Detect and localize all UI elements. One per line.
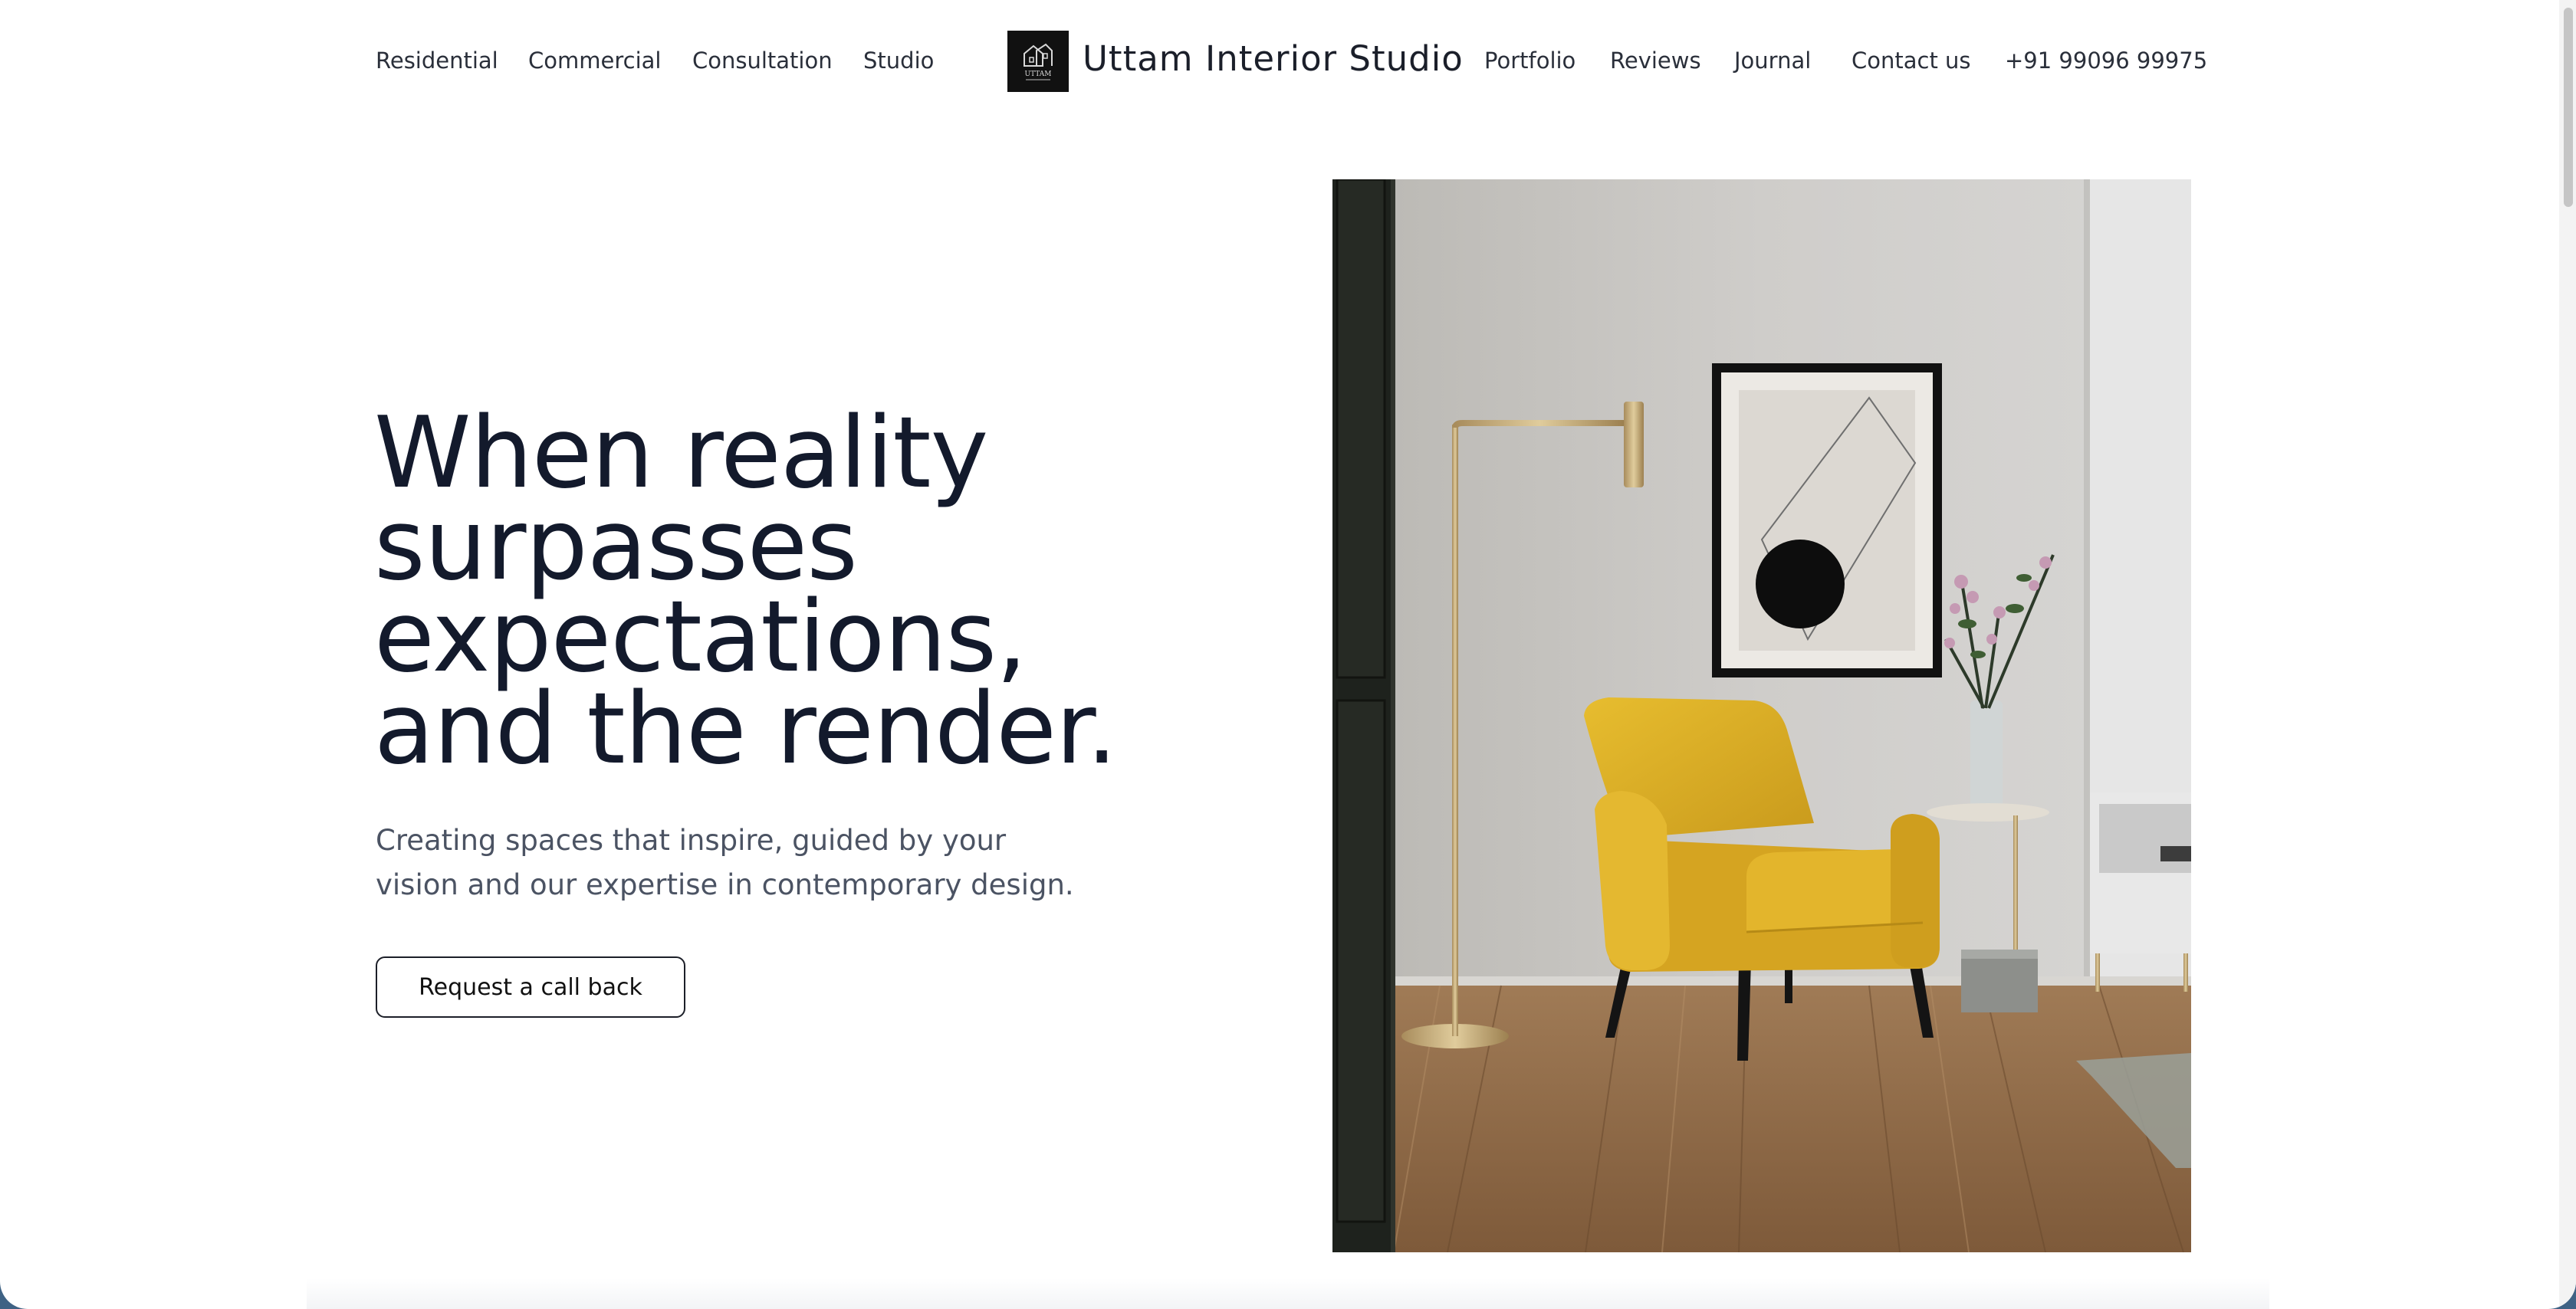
nav-link-reviews[interactable]: Reviews [1610, 48, 1701, 74]
next-section-edge [307, 1278, 2269, 1309]
hero-subtitle: Creating spaces that inspire, guided by … [376, 824, 1074, 901]
wall-art-frame [1712, 363, 1942, 677]
house-outline-icon: UTTAM [1024, 43, 1053, 80]
scrollbar-thumb[interactable] [2564, 8, 2573, 207]
nav-link-phone[interactable]: +91 99096 99975 [2005, 48, 2207, 74]
nav-link-residential[interactable]: Residential [376, 48, 498, 74]
browser-page: Residential Commercial Consultation Stud… [0, 0, 2576, 1309]
nav-link-journal[interactable]: Journal [1734, 48, 1811, 74]
request-call-back-button[interactable]: Request a call back [376, 956, 685, 1018]
brand-logo[interactable]: UTTAM [1007, 31, 1069, 92]
brand-name[interactable]: Uttam Interior Studio [1083, 38, 1464, 79]
nav-link-contact-us[interactable]: Contact us [1852, 48, 1971, 74]
scrollbar[interactable] [2559, 0, 2576, 1309]
nav-link-studio[interactable]: Studio [863, 48, 934, 74]
nav-link-commercial[interactable]: Commercial [528, 48, 661, 74]
logo-wordmark: UTTAM [1025, 71, 1052, 78]
main-navigation: Residential Commercial Consultation Stud… [376, 29, 2207, 94]
nav-link-consultation[interactable]: Consultation [692, 48, 833, 74]
hero-heading: When reality surpasses expectations, and… [374, 396, 1118, 786]
nav-link-portfolio[interactable]: Portfolio [1484, 48, 1576, 74]
hero-interior-image [1332, 179, 2191, 1252]
